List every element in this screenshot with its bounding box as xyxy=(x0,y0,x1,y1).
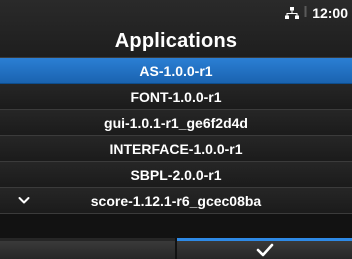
signal-icon xyxy=(303,5,308,21)
list-item-label: gui-1.0.1-r1_ge6f2d4d xyxy=(104,114,248,131)
network-icon xyxy=(285,6,300,20)
chevron-down-icon xyxy=(18,196,30,205)
list-item-interface[interactable]: INTERFACE-1.0.0-r1 xyxy=(0,136,352,162)
list-item-sbpl[interactable]: SBPL-2.0.0-r1 xyxy=(0,162,352,188)
printer-display: 12:00 Applications AS-1.0.0-r1 FONT-1.0.… xyxy=(0,0,352,259)
list-item-as[interactable]: AS-1.0.0-r1 xyxy=(0,58,352,84)
list-item-font[interactable]: FONT-1.0.0-r1 xyxy=(0,84,352,110)
list-item-label: FONT-1.0.0-r1 xyxy=(130,88,222,105)
page-title: Applications xyxy=(114,30,238,52)
list-item-label: INTERFACE-1.0.0-r1 xyxy=(109,140,243,157)
list-item-label: SBPL-2.0.0-r1 xyxy=(130,166,222,183)
status-area: 12:00 xyxy=(285,4,348,22)
left-softkey[interactable] xyxy=(0,238,175,259)
list-item-score[interactable]: score-1.12.1-r6_gcec08ba xyxy=(0,188,352,214)
checkmark-icon xyxy=(256,243,274,257)
list-item-gui[interactable]: gui-1.0.1-r1_ge6f2d4d xyxy=(0,110,352,136)
application-list: AS-1.0.0-r1 FONT-1.0.0-r1 gui-1.0.1-r1_g… xyxy=(0,58,352,214)
clock: 12:00 xyxy=(312,5,348,21)
list-item-label: score-1.12.1-r6_gcec08ba xyxy=(90,192,262,209)
ok-softkey[interactable] xyxy=(177,238,352,259)
list-item-label: AS-1.0.0-r1 xyxy=(139,62,213,79)
softkey-bar xyxy=(0,238,352,259)
header-bar: 12:00 Applications xyxy=(0,0,352,58)
